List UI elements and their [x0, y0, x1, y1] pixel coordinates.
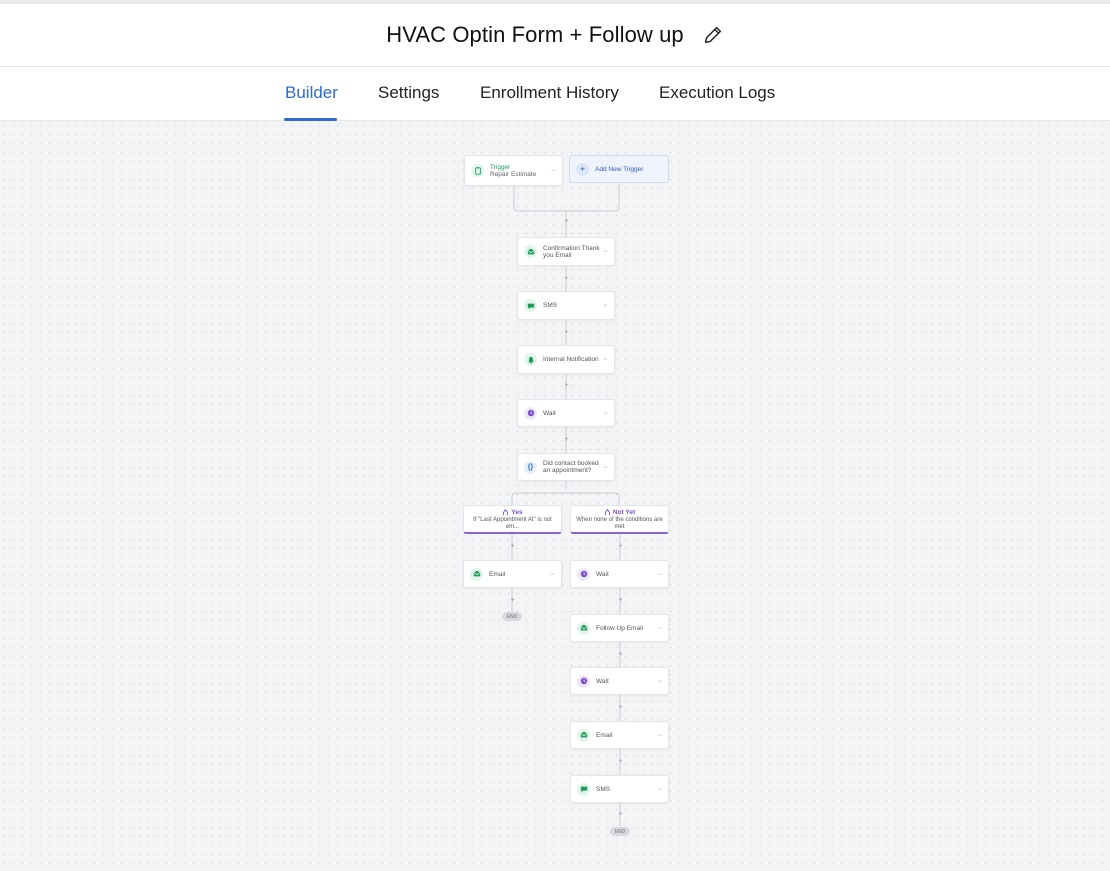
- condition-node[interactable]: {} Did contact booked an appointment? ··…: [517, 453, 615, 481]
- step-node[interactable]: SMS ···: [570, 775, 669, 803]
- clock-icon: [577, 674, 590, 688]
- more-icon[interactable]: ···: [600, 302, 610, 309]
- more-icon[interactable]: ···: [547, 571, 557, 578]
- step-node[interactable]: Wait ···: [570, 667, 669, 695]
- email-icon: [524, 245, 537, 258]
- more-icon[interactable]: ···: [600, 356, 610, 363]
- email-icon: [470, 567, 483, 581]
- header: HVAC Optin Form + Follow up: [0, 0, 1110, 67]
- notification-icon: [524, 353, 537, 366]
- step-label: Wait: [596, 570, 609, 578]
- add-step-button[interactable]: +: [509, 597, 516, 604]
- add-step-button[interactable]: +: [563, 436, 570, 443]
- trigger-node[interactable]: Trigger Repair Estimate ···: [464, 155, 563, 186]
- pencil-icon[interactable]: [702, 24, 724, 46]
- add-step-button[interactable]: +: [509, 543, 516, 550]
- tab-execution-logs[interactable]: Execution Logs: [659, 83, 775, 103]
- step-node[interactable]: Wait ···: [570, 560, 669, 588]
- more-icon[interactable]: ···: [600, 248, 610, 255]
- step-label: Email: [596, 731, 613, 739]
- branch-title: Not Yet: [612, 509, 636, 516]
- branch-description: When none of the conditions are met: [576, 517, 663, 530]
- more-icon[interactable]: ···: [654, 786, 664, 793]
- step-node[interactable]: Follow Up Email ···: [570, 614, 669, 642]
- end-marker: END: [502, 612, 522, 621]
- sms-icon: [524, 299, 537, 312]
- add-new-trigger-button[interactable]: + Add New Trigger: [569, 155, 669, 183]
- tab-builder[interactable]: Builder: [285, 83, 338, 103]
- email-icon: [577, 728, 590, 742]
- add-step-button[interactable]: +: [617, 704, 624, 711]
- form-icon: [471, 164, 484, 177]
- step-label: Did contact booked an appointment?: [543, 460, 599, 474]
- more-icon[interactable]: ···: [654, 571, 664, 578]
- add-step-button[interactable]: +: [563, 218, 570, 225]
- branch-not-yet[interactable]: Not Yet When none of the conditions are …: [570, 505, 669, 534]
- add-step-button[interactable]: +: [617, 811, 624, 818]
- clock-icon: [524, 406, 537, 420]
- condition-icon: {}: [524, 460, 537, 474]
- step-node[interactable]: Email ···: [570, 721, 669, 749]
- step-node[interactable]: SMS ···: [517, 291, 615, 320]
- tab-bar: Builder Settings Enrollment History Exec…: [0, 67, 1110, 121]
- add-step-button[interactable]: +: [563, 275, 570, 282]
- step-node[interactable]: Confirmation Thank you Email ···: [517, 237, 615, 266]
- plus-icon: +: [576, 162, 589, 176]
- add-trigger-label: Add New Trigger: [595, 165, 644, 173]
- sms-icon: [577, 782, 590, 796]
- step-label: Confirmation Thank you Email: [543, 244, 600, 259]
- step-label: Wait: [596, 677, 609, 685]
- email-icon: [577, 621, 590, 635]
- connector-lines: [511, 183, 621, 827]
- end-marker: END: [610, 827, 630, 836]
- more-icon[interactable]: ···: [654, 732, 664, 739]
- workflow-title: HVAC Optin Form + Follow up: [386, 22, 684, 47]
- clock-icon: [577, 567, 590, 581]
- add-step-button[interactable]: +: [563, 382, 570, 389]
- branch-description: If "Last Appointment At" is not em...: [473, 517, 552, 530]
- tab-enrollment-history[interactable]: Enrollment History: [480, 83, 619, 103]
- tab-settings[interactable]: Settings: [378, 83, 439, 103]
- add-step-button[interactable]: +: [617, 597, 624, 604]
- more-icon[interactable]: ···: [548, 167, 558, 174]
- branch-title: Yes: [511, 509, 523, 516]
- step-node[interactable]: Internal Notification ···: [517, 345, 615, 374]
- trigger-name: Repair Estimate: [490, 170, 537, 178]
- add-step-button[interactable]: +: [617, 651, 624, 658]
- add-step-button[interactable]: +: [563, 329, 570, 336]
- branch-yes[interactable]: Yes If "Last Appointment At" is not em..…: [463, 505, 562, 534]
- branch-icon: [503, 509, 509, 516]
- more-icon[interactable]: ···: [654, 625, 664, 632]
- workflow-canvas[interactable]: + + + + + + + + + + + + + Trigger Repair…: [0, 121, 1110, 871]
- more-icon[interactable]: ···: [600, 410, 610, 417]
- more-icon[interactable]: ···: [600, 464, 610, 471]
- trigger-title: Trigger: [490, 163, 511, 171]
- step-node[interactable]: Wait ···: [517, 399, 615, 427]
- step-label: Wait: [543, 409, 556, 417]
- step-label: Email: [489, 570, 506, 578]
- add-step-button[interactable]: +: [617, 543, 624, 550]
- step-label: SMS: [596, 785, 611, 793]
- branch-icon: [604, 509, 610, 516]
- step-label: Follow Up Email: [596, 624, 643, 632]
- step-label: Internal Notification: [543, 356, 599, 363]
- add-step-button[interactable]: +: [617, 758, 624, 765]
- more-icon[interactable]: ···: [654, 678, 664, 685]
- step-label: SMS: [543, 302, 558, 309]
- step-node[interactable]: Email ···: [463, 560, 562, 588]
